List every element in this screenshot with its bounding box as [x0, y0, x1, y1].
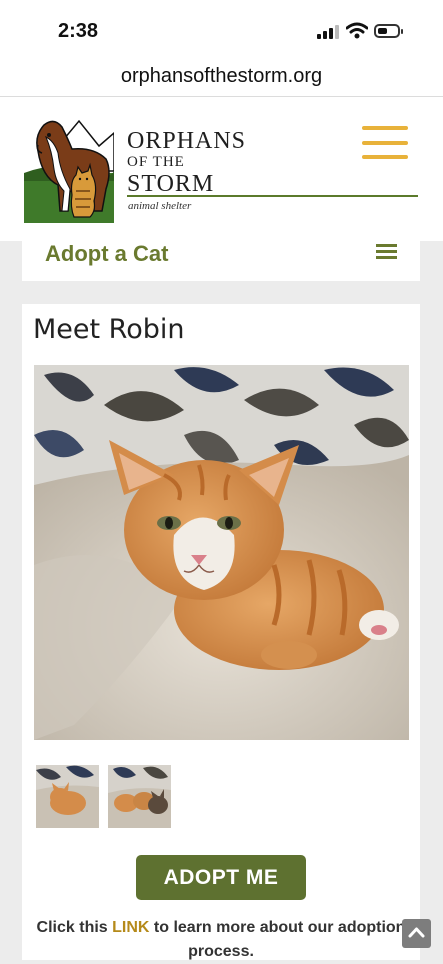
status-bar: 2:38 — [0, 0, 443, 62]
cat-photo-thumbnail-1[interactable] — [36, 765, 99, 828]
info-prefix: Click this — [36, 919, 113, 936]
site-header: ORPHANS OF THE STORM animal shelter — [0, 97, 443, 241]
section-title: Adopt a Cat — [45, 241, 169, 266]
section-header: Adopt a Cat — [22, 241, 420, 281]
status-time: 2:38 — [58, 20, 99, 42]
adoption-process-link[interactable]: LINK — [112, 919, 149, 936]
info-suffix: to learn more about our adoption process… — [149, 919, 406, 960]
brand-divider — [127, 195, 418, 197]
pet-title: Meet Robin — [33, 314, 185, 345]
brand-line-storm: STORM — [127, 171, 215, 197]
cellular-signal-icon — [317, 25, 339, 39]
chevron-up-icon — [408, 927, 425, 938]
address-bar[interactable]: orphansofthestorm.org — [0, 62, 443, 96]
brand-tagline: animal shelter — [128, 200, 192, 212]
url-text[interactable]: orphansofthestorm.org — [121, 65, 322, 87]
section-menu-hamburger-icon[interactable] — [376, 244, 397, 260]
adopt-me-button[interactable]: ADOPT ME — [136, 855, 306, 900]
cat-photo-main[interactable] — [34, 365, 409, 740]
wifi-icon — [346, 22, 368, 39]
main-menu-hamburger-icon[interactable] — [362, 126, 408, 160]
pet-card: Meet Robin ADOPT ME Click this LINK to l… — [22, 304, 420, 960]
shelter-logo[interactable] — [24, 111, 114, 223]
scroll-to-top-button[interactable] — [402, 919, 431, 948]
battery-icon — [374, 24, 403, 38]
adoption-info-text: Click this LINK to learn more about our … — [22, 916, 420, 964]
cat-photo-thumbnail-2[interactable] — [108, 765, 171, 828]
